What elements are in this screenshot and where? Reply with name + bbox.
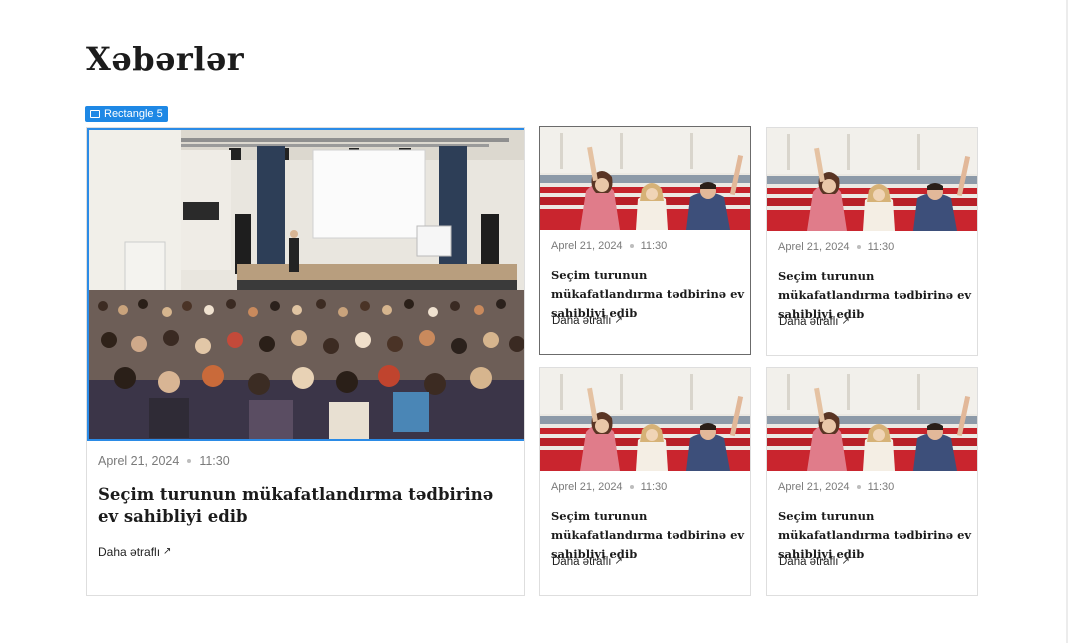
read-more-label: Daha ətraflı [552,315,612,327]
read-more-label: Daha ətraflı [779,316,839,328]
read-more-link[interactable]: Daha ətraflı ↗ [779,556,850,568]
separator-dot-icon [629,485,634,489]
featured-meta: Aprel 21, 2024 11:30 [98,454,230,468]
news-card[interactable]: Aprel 21, 2024 11:30 Seçim turunun mükaf… [539,367,751,596]
read-more-link[interactable]: Daha ətraflı ↗ [779,316,850,328]
separator-dot-icon [856,245,861,249]
featured-news-card[interactable]: Aprel 21, 2024 11:30 Seçim turunun mükaf… [86,127,525,596]
date-label: Aprel 21, 2024 [551,481,623,493]
news-card-image[interactable] [540,368,750,471]
separator-dot-icon [187,459,192,463]
read-more-link[interactable]: Daha ətraflı ↗ [98,545,171,559]
news-card-meta: Aprel 21, 2024 11:30 [778,481,894,493]
students-photo-icon [540,127,750,230]
news-card-image[interactable] [767,128,977,231]
featured-headline[interactable]: Seçim turunun mükafatlandırma tədbirinə … [98,484,508,528]
date-label: Aprel 21, 2024 [551,240,623,252]
time-label: 11:30 [867,241,895,253]
arrow-up-right-icon: ↗ [841,556,850,567]
arrow-up-right-icon: ↗ [614,315,623,326]
news-card[interactable]: Aprel 21, 2024 11:30 Seçim turunun mükaf… [766,367,978,596]
separator-dot-icon [856,485,861,489]
conference-hall-photo-icon [89,130,524,439]
time-label: 11:30 [640,240,668,252]
date-label: Aprel 21, 2024 [778,241,850,253]
date-label: Aprel 21, 2024 [98,454,180,468]
featured-image[interactable] [87,128,524,441]
arrow-up-right-icon: ↗ [614,556,623,567]
news-card-meta: Aprel 21, 2024 11:30 [778,241,894,253]
students-photo-icon [767,368,977,471]
time-label: 11:30 [199,454,230,468]
frame-icon [90,110,100,118]
students-photo-icon [767,128,977,231]
news-card-meta: Aprel 21, 2024 11:30 [551,240,667,252]
selection-label-text: Rectangle 5 [104,108,163,120]
read-more-link[interactable]: Daha ətraflı ↗ [552,315,623,327]
selection-label: Rectangle 5 [85,106,168,122]
read-more-label: Daha ətraflı [552,556,612,568]
news-card-image[interactable] [767,368,977,471]
read-more-link[interactable]: Daha ətraflı ↗ [552,556,623,568]
date-label: Aprel 21, 2024 [778,481,850,493]
news-card[interactable]: Aprel 21, 2024 11:30 Seçim turunun mükaf… [539,126,751,355]
news-card-image[interactable] [540,127,750,230]
students-photo-icon [540,368,750,471]
arrow-up-right-icon: ↗ [163,546,172,557]
news-card[interactable]: Aprel 21, 2024 11:30 Seçim turunun mükaf… [766,127,978,356]
time-label: 11:30 [867,481,895,493]
separator-dot-icon [629,244,634,248]
news-card-meta: Aprel 21, 2024 11:30 [551,481,667,493]
arrow-up-right-icon: ↗ [841,316,850,327]
read-more-label: Daha ətraflı [779,556,839,568]
time-label: 11:30 [640,481,668,493]
read-more-label: Daha ətraflı [98,545,161,559]
page-title: Xəbərlər [86,40,245,78]
